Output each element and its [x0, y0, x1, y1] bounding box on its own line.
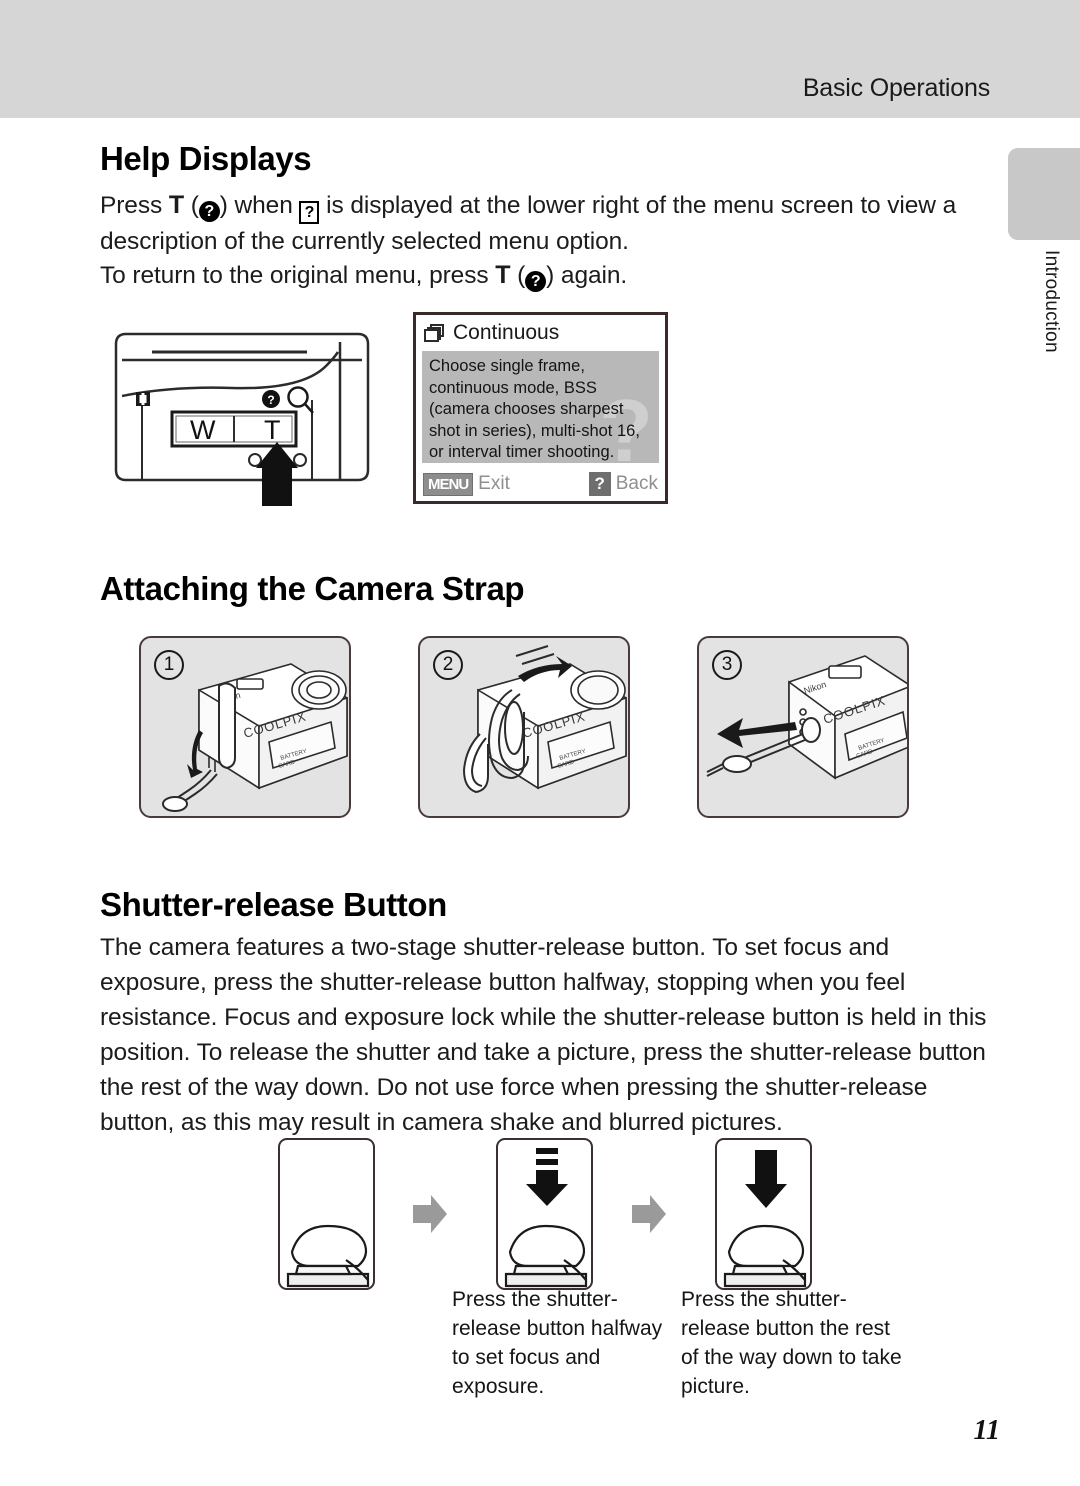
heading-shutter-release: Shutter-release Button — [100, 886, 447, 923]
step-number: 2 — [433, 650, 463, 680]
text-fragment: Press — [100, 192, 169, 219]
lcd-description-text: Choose single frame, continuous mode, BS… — [429, 357, 640, 461]
tele-button-glyph: T — [168, 191, 185, 219]
text-fragment: ( — [510, 262, 526, 289]
strap-step-panel-1: 1 Nikon COOLPIX BATTERY CARD — [139, 636, 351, 818]
menu-button-chip[interactable]: MENU — [423, 472, 474, 496]
step-number: 3 — [712, 650, 742, 680]
side-tab-marker — [1008, 148, 1080, 240]
side-tab-label: Introduction — [1041, 250, 1062, 353]
text-fragment: ) again. — [546, 262, 628, 289]
text-fragment: ) when — [219, 192, 300, 219]
shutter-panel-full — [715, 1138, 812, 1290]
strap-step-panel-3: 3 Nikon COOLPIX BATTERY CARD — [697, 636, 909, 818]
tele-button-glyph: T — [495, 261, 511, 289]
svg-text:?: ? — [267, 393, 274, 407]
svg-text:T: T — [264, 415, 281, 445]
shutter-panel-rest — [278, 1138, 375, 1290]
lcd-title-row: Continuous — [416, 315, 665, 351]
help-square-icon: ? — [299, 201, 320, 224]
shutter-sequence — [278, 1138, 838, 1298]
caption-full-press: Press the shutter-release button the res… — [681, 1288, 902, 1398]
flow-arrow-icon — [632, 1195, 666, 1233]
lcd-bottom-bar: MENU Exit ? Back — [416, 467, 665, 501]
shutter-panel-halfway — [496, 1138, 593, 1290]
svg-text:W: W — [190, 415, 216, 445]
flow-arrow-icon — [413, 1195, 447, 1233]
heading-camera-strap: Attaching the Camera Strap — [100, 570, 525, 607]
back-control[interactable]: ? Back — [588, 472, 658, 496]
back-label: Back — [615, 473, 658, 494]
help-button-chip[interactable]: ? — [588, 472, 611, 496]
shutter-release-body: The camera features a two-stage shutter-… — [100, 934, 987, 1136]
help-displays-paragraph-1: Press T (?) when ? is displayed at the l… — [100, 188, 980, 259]
help-circle-icon: ? — [525, 271, 547, 292]
camera-strap-steps: 1 Nikon COOLPIX BATTERY CARD — [139, 636, 939, 818]
exit-label: Exit — [478, 473, 510, 494]
manual-page: Basic Operations Introduction Help Displ… — [0, 0, 1080, 1486]
strap-step-panel-2: 2 COOLPIX BATTERY CARD — [418, 636, 630, 818]
lcd-menu-title: Continuous — [453, 321, 560, 344]
lcd-description-box: ? Choose single frame, continuous mode, … — [422, 351, 659, 463]
text-fragment: ( — [184, 192, 199, 219]
camera-top-illustration: ? W T — [112, 330, 382, 510]
caption-halfway: Press the shutter-release button halfway… — [452, 1288, 663, 1398]
help-circle-icon: ? — [198, 201, 220, 222]
chapter-title: Basic Operations — [802, 74, 990, 102]
page-number: 11 — [973, 1415, 1000, 1446]
help-displays-paragraph-2: To return to the original menu, press T … — [100, 258, 980, 293]
step-number: 1 — [154, 650, 184, 680]
lcd-menu-screen: Continuous ? Choose single frame, contin… — [413, 312, 668, 504]
continuous-stack-icon — [424, 323, 446, 343]
heading-help-displays: Help Displays — [100, 140, 312, 177]
text-fragment: To return to the original menu, press — [100, 262, 496, 289]
